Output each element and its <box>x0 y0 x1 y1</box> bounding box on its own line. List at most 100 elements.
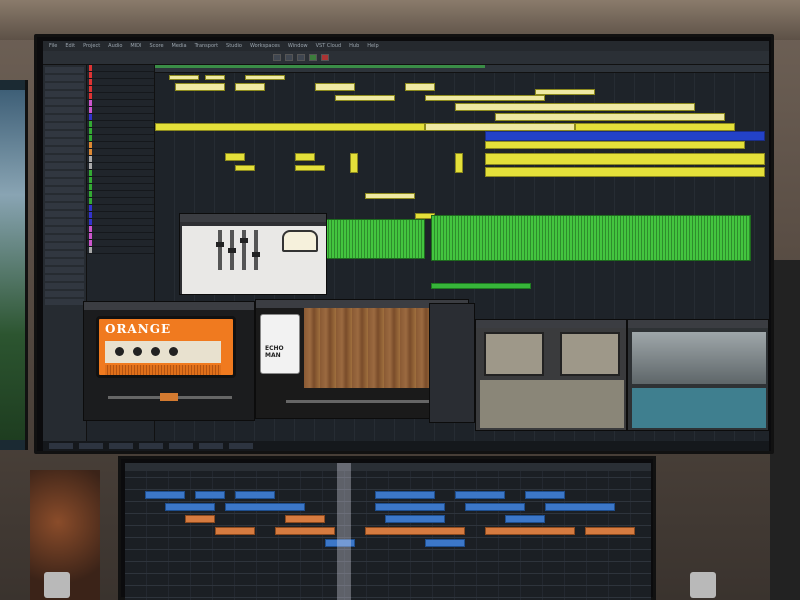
plugin-title-bar[interactable] <box>84 302 254 310</box>
stop-button[interactable] <box>297 54 305 61</box>
audio-clip[interactable] <box>175 83 225 91</box>
track-header[interactable] <box>87 107 154 114</box>
track-header[interactable] <box>87 163 154 170</box>
audio-clip[interactable] <box>165 503 215 511</box>
menu-item[interactable]: VST Cloud <box>316 43 342 49</box>
track-header[interactable] <box>87 198 154 205</box>
audio-clip[interactable] <box>350 153 358 173</box>
plugin-title-bar[interactable] <box>476 320 626 328</box>
amp-knob[interactable] <box>151 347 160 356</box>
menu-item[interactable]: Transport <box>195 43 218 49</box>
track-header[interactable] <box>87 177 154 184</box>
track-header[interactable] <box>87 226 154 233</box>
menu-item[interactable]: Workspaces <box>250 43 280 49</box>
track-header[interactable] <box>87 86 154 93</box>
audio-clip[interactable] <box>295 165 325 171</box>
inspector-row[interactable] <box>45 187 84 193</box>
inspector-row[interactable] <box>45 155 84 161</box>
audio-clip[interactable] <box>485 141 745 149</box>
audio-clip[interactable] <box>205 75 225 80</box>
track-header[interactable] <box>87 93 154 100</box>
inspector-row[interactable] <box>45 243 84 249</box>
track-header[interactable] <box>87 128 154 135</box>
taskbar-item[interactable] <box>109 443 133 449</box>
inspector-row[interactable] <box>45 219 84 225</box>
audio-clip[interactable] <box>545 503 615 511</box>
loop-range[interactable] <box>155 65 485 68</box>
audio-clip[interactable] <box>365 193 415 199</box>
fader[interactable] <box>252 230 260 270</box>
menu-item[interactable]: Project <box>83 43 100 49</box>
track-header[interactable] <box>87 72 154 79</box>
inspector-row[interactable] <box>45 131 84 137</box>
taskbar-item[interactable] <box>229 443 253 449</box>
audio-clip[interactable] <box>325 219 425 259</box>
audio-clip[interactable] <box>425 123 575 131</box>
audio-clip[interactable] <box>235 165 255 171</box>
track-header[interactable] <box>87 233 154 240</box>
audio-clip[interactable] <box>315 83 355 91</box>
audio-clip[interactable] <box>295 153 315 161</box>
audio-clip[interactable] <box>375 503 445 511</box>
audio-clip[interactable] <box>155 123 425 131</box>
track-header[interactable] <box>87 212 154 219</box>
audio-clip[interactable] <box>485 167 765 177</box>
timeline-ruler[interactable] <box>155 65 769 73</box>
taskbar-item[interactable] <box>79 443 103 449</box>
track-header[interactable] <box>87 156 154 163</box>
inspector-row[interactable] <box>45 115 84 121</box>
inspector-row[interactable] <box>45 259 84 265</box>
menu-item[interactable]: Window <box>288 43 308 49</box>
inspector-row[interactable] <box>45 251 84 257</box>
track-header[interactable] <box>87 149 154 156</box>
inspector-row[interactable] <box>45 171 84 177</box>
audio-clip[interactable] <box>455 491 505 499</box>
audio-clip[interactable] <box>495 113 725 121</box>
forward-button[interactable] <box>285 54 293 61</box>
track-header[interactable] <box>87 240 154 247</box>
inspector-row[interactable] <box>45 291 84 297</box>
audio-clip[interactable] <box>525 491 565 499</box>
inspector-row[interactable] <box>45 67 84 73</box>
inspector-row[interactable] <box>45 211 84 217</box>
fader[interactable] <box>228 230 236 270</box>
taskbar-item[interactable] <box>139 443 163 449</box>
amp-knob[interactable] <box>133 347 142 356</box>
track-header[interactable] <box>87 65 154 72</box>
inspector-row[interactable] <box>45 107 84 113</box>
echo-pedal[interactable]: ECHO MAN <box>260 314 300 374</box>
tape-control-panel[interactable] <box>480 380 624 428</box>
inspector-row[interactable] <box>45 227 84 233</box>
taskbar-item[interactable] <box>169 443 193 449</box>
inspector-row[interactable] <box>45 299 84 305</box>
track-header[interactable] <box>87 142 154 149</box>
audio-clip[interactable] <box>145 491 185 499</box>
audio-clip[interactable] <box>535 89 595 95</box>
track-header[interactable] <box>87 121 154 128</box>
audio-clip[interactable] <box>225 153 245 161</box>
inspector-row[interactable] <box>45 123 84 129</box>
room-reverb-plugin-window[interactable] <box>627 319 769 431</box>
audio-clip[interactable] <box>235 83 265 91</box>
fader[interactable] <box>240 230 248 270</box>
audio-clip[interactable] <box>385 515 445 523</box>
audio-clip[interactable] <box>575 123 735 131</box>
audio-clip[interactable] <box>585 527 635 535</box>
audio-clip[interactable] <box>431 283 531 289</box>
taskbar-item[interactable] <box>199 443 223 449</box>
inspector-row[interactable] <box>45 235 84 241</box>
effect-rack-panel[interactable] <box>429 303 475 423</box>
audio-clip[interactable] <box>465 503 525 511</box>
menu-item[interactable]: Studio <box>226 43 242 49</box>
audio-clip[interactable] <box>485 131 765 141</box>
inspector-row[interactable] <box>45 267 84 273</box>
track-header[interactable] <box>87 184 154 191</box>
audio-clip[interactable] <box>285 515 325 523</box>
inspector-row[interactable] <box>45 99 84 105</box>
inspector-row[interactable] <box>45 283 84 289</box>
fader[interactable] <box>216 230 224 270</box>
audio-clip[interactable] <box>485 153 765 165</box>
audio-clip[interactable] <box>485 527 575 535</box>
track-header[interactable] <box>87 247 154 254</box>
amp-plugin-window[interactable]: ORANGE <box>83 301 255 421</box>
